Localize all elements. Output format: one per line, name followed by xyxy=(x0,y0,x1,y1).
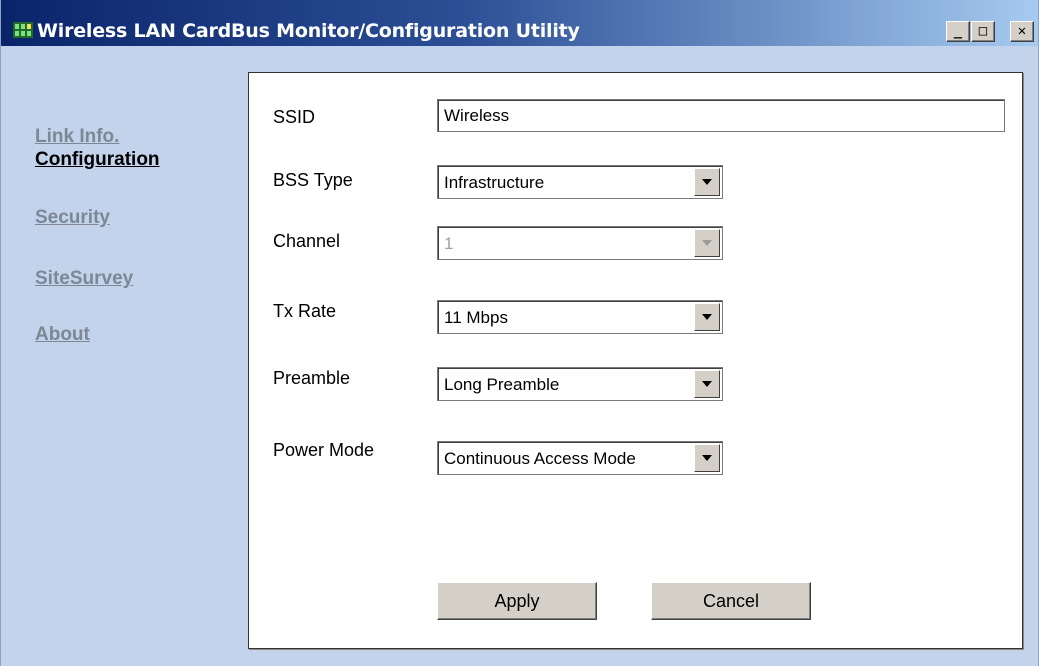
bss-type-select[interactable]: Infrastructure xyxy=(437,165,723,199)
chevron-down-icon[interactable] xyxy=(694,303,720,331)
sidebar-item-security[interactable]: Security xyxy=(35,207,110,229)
channel-label: Channel xyxy=(273,231,341,251)
ssid-input[interactable]: Wireless xyxy=(437,99,1005,132)
tx-rate-label: Tx Rate xyxy=(273,301,337,321)
tx-rate-select[interactable]: 11 Mbps xyxy=(437,300,723,334)
sidebar-item-link-info[interactable]: Link Info. xyxy=(35,126,119,148)
power-mode-label: Power Mode xyxy=(273,440,375,460)
power-mode-value: Continuous Access Mode xyxy=(444,449,636,468)
app-icon xyxy=(13,22,33,38)
preamble-select[interactable]: Long Preamble xyxy=(437,367,723,401)
maximize-button[interactable]: □ xyxy=(971,21,995,42)
minimize-icon: _ xyxy=(953,23,963,39)
preamble-label: Preamble xyxy=(273,368,351,388)
window-title: Wireless LAN CardBus Monitor/Configurati… xyxy=(37,20,580,42)
close-button[interactable]: ✕ xyxy=(1010,21,1034,42)
sidebar-item-configuration[interactable]: Configuration xyxy=(35,149,160,171)
title-bar[interactable]: Wireless LAN CardBus Monitor/Configurati… xyxy=(1,0,1038,46)
apply-button[interactable]: Apply xyxy=(437,582,597,620)
sidebar-item-about[interactable]: About xyxy=(35,324,90,346)
app-window: Wireless LAN CardBus Monitor/Configurati… xyxy=(0,0,1039,666)
chevron-down-icon[interactable] xyxy=(694,370,720,398)
minimize-button[interactable]: _ xyxy=(946,21,970,42)
channel-value: 1 xyxy=(444,234,454,253)
chevron-down-icon[interactable] xyxy=(694,168,720,196)
close-icon: ✕ xyxy=(1017,23,1027,39)
chevron-down-icon xyxy=(694,229,720,257)
tx-rate-value: 11 Mbps xyxy=(444,308,508,327)
channel-select: 1 xyxy=(437,226,723,260)
maximize-icon: □ xyxy=(978,23,988,39)
sidebar-item-sitesurvey[interactable]: SiteSurvey xyxy=(35,268,133,290)
configuration-panel xyxy=(248,72,1023,649)
preamble-value: Long Preamble xyxy=(444,375,560,394)
ssid-label: SSID xyxy=(273,107,316,127)
bss-type-value: Infrastructure xyxy=(444,173,545,192)
chevron-down-icon[interactable] xyxy=(694,444,720,472)
bss-type-label: BSS Type xyxy=(273,170,353,190)
cancel-button[interactable]: Cancel xyxy=(651,582,811,620)
power-mode-select[interactable]: Continuous Access Mode xyxy=(437,441,723,475)
